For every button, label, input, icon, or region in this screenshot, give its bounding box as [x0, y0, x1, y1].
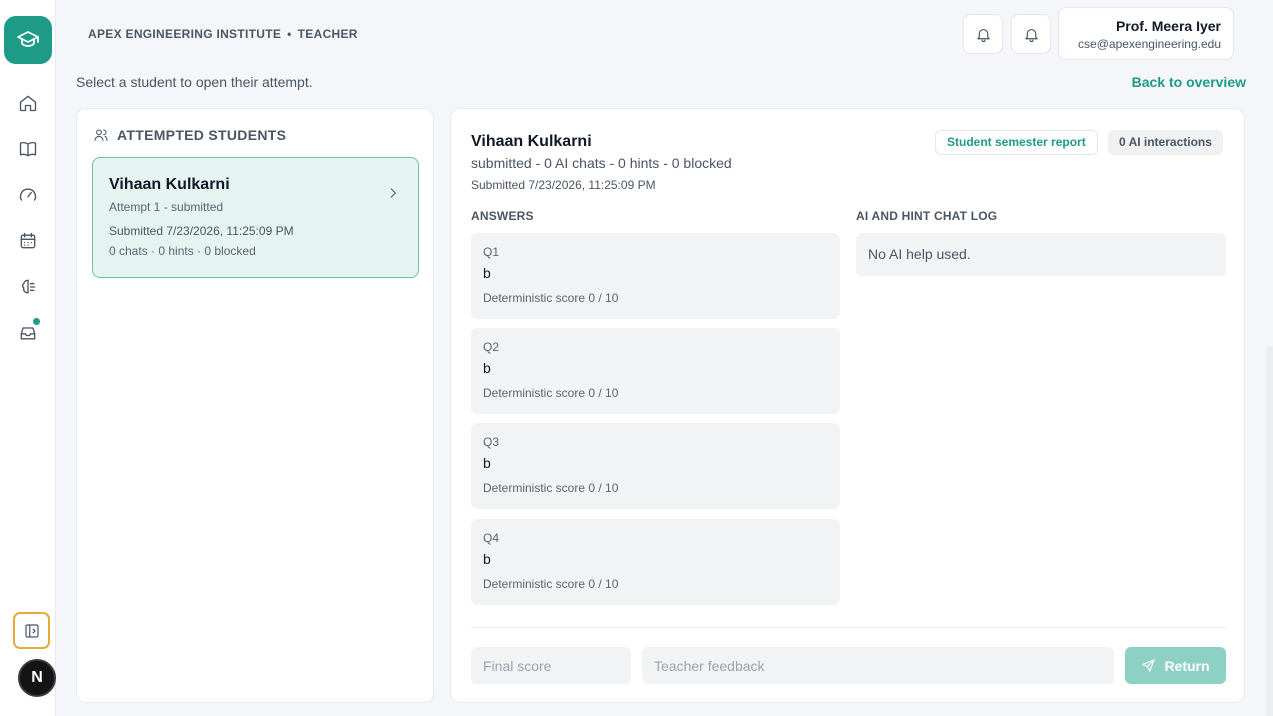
student-name: Vihaan Kulkarni — [109, 176, 230, 193]
breadcrumb-separator: • — [287, 27, 292, 41]
answer-card: Q1 b Deterministic score 0 / 10 — [471, 233, 840, 319]
question-number: Q4 — [483, 531, 500, 545]
answer-text: b — [483, 265, 491, 281]
nav-calendar[interactable] — [16, 229, 40, 253]
panel-title-label: ATTEMPTED STUDENTS — [117, 127, 287, 143]
home-icon — [19, 95, 37, 112]
semester-report-button[interactable]: Student semester report — [935, 130, 1098, 155]
bell-icon — [976, 28, 990, 42]
scrollbar[interactable] — [1266, 346, 1273, 716]
ai-interactions-badge: 0 AI interactions — [1108, 130, 1223, 155]
users-icon — [94, 129, 108, 141]
student-stats: 0 chats · 0 hints · 0 blocked — [109, 244, 256, 258]
answer-score: Deterministic score 0 / 10 — [483, 481, 619, 495]
divider — [471, 627, 1226, 628]
bell-icon — [1024, 28, 1038, 42]
inbox-icon — [20, 327, 36, 340]
calendar-icon — [20, 232, 36, 249]
question-number: Q2 — [483, 340, 500, 354]
user-avatar[interactable]: Ν — [18, 659, 56, 697]
user-profile-card[interactable]: Prof. Meera Iyer cse@apexengineering.edu — [1058, 7, 1234, 60]
page-hint: Select a student to open their attempt. — [76, 74, 313, 90]
send-icon — [1142, 659, 1156, 672]
attempted-students-panel: ATTEMPTED STUDENTS Vihaan Kulkarni Attem… — [76, 108, 434, 703]
graduation-cap-icon — [17, 31, 39, 47]
chat-log-empty: No AI help used. — [856, 233, 1226, 276]
book-icon — [19, 141, 37, 157]
notification-dot — [32, 317, 41, 326]
detail-submitted: Submitted 7/23/2026, 11:25:09 PM — [471, 178, 656, 192]
final-score-input[interactable] — [471, 647, 631, 684]
student-attempt: Attempt 1 - submitted — [109, 200, 224, 214]
return-button-label: Return — [1164, 657, 1210, 674]
user-email: cse@apexengineering.edu — [1078, 37, 1221, 51]
answer-score: Deterministic score 0 / 10 — [483, 386, 619, 400]
answers-label: ANSWERS — [471, 209, 534, 223]
nav-dashboard[interactable] — [16, 183, 40, 207]
attempt-detail-panel: Vihaan Kulkarni submitted - 0 AI chats -… — [450, 108, 1245, 703]
student-card[interactable]: Vihaan Kulkarni Attempt 1 - submitted Su… — [92, 157, 419, 278]
answer-text: b — [483, 551, 491, 567]
question-number: Q3 — [483, 435, 500, 449]
detail-status: submitted - 0 AI chats - 0 hints - 0 blo… — [471, 155, 732, 171]
return-button[interactable]: Return — [1125, 647, 1226, 684]
answer-score: Deterministic score 0 / 10 — [483, 577, 619, 591]
breadcrumb: APEX ENGINEERING INSTITUTE • TEACHER — [88, 27, 358, 41]
answer-card: Q2 b Deterministic score 0 / 10 — [471, 328, 840, 414]
user-name: Prof. Meera Iyer — [1115, 18, 1221, 34]
chevron-right-icon — [386, 186, 400, 200]
chat-log-label: AI AND HINT CHAT LOG — [856, 209, 998, 223]
answer-text: b — [483, 360, 491, 376]
notifications-button[interactable] — [963, 14, 1003, 54]
breadcrumb-role: TEACHER — [297, 27, 358, 41]
alerts-button[interactable] — [1011, 14, 1051, 54]
nav-home[interactable] — [16, 91, 40, 115]
answer-card: Q4 b Deterministic score 0 / 10 — [471, 519, 840, 605]
nav-inbox[interactable] — [16, 317, 41, 345]
nav-ai[interactable] — [16, 275, 40, 299]
answer-text: b — [483, 455, 491, 471]
sidebar-toggle-icon — [24, 623, 39, 638]
question-number: Q1 — [483, 245, 500, 259]
sidebar: Ν — [0, 0, 56, 716]
teacher-feedback-input[interactable] — [642, 647, 1114, 684]
nav-courses[interactable] — [16, 137, 40, 161]
app-logo[interactable] — [4, 16, 52, 64]
answer-score: Deterministic score 0 / 10 — [483, 291, 619, 305]
gauge-icon — [19, 188, 37, 201]
back-to-overview-link[interactable]: Back to overview — [1132, 74, 1246, 90]
panel-title: ATTEMPTED STUDENTS — [93, 127, 286, 143]
sidebar-toggle-button[interactable] — [13, 612, 50, 649]
answer-card: Q3 b Deterministic score 0 / 10 — [471, 423, 840, 509]
brain-icon — [21, 279, 36, 294]
student-submitted: Submitted 7/23/2026, 11:25:09 PM — [109, 224, 294, 238]
breadcrumb-institute: APEX ENGINEERING INSTITUTE — [88, 27, 282, 41]
detail-student-name: Vihaan Kulkarni — [471, 133, 592, 150]
